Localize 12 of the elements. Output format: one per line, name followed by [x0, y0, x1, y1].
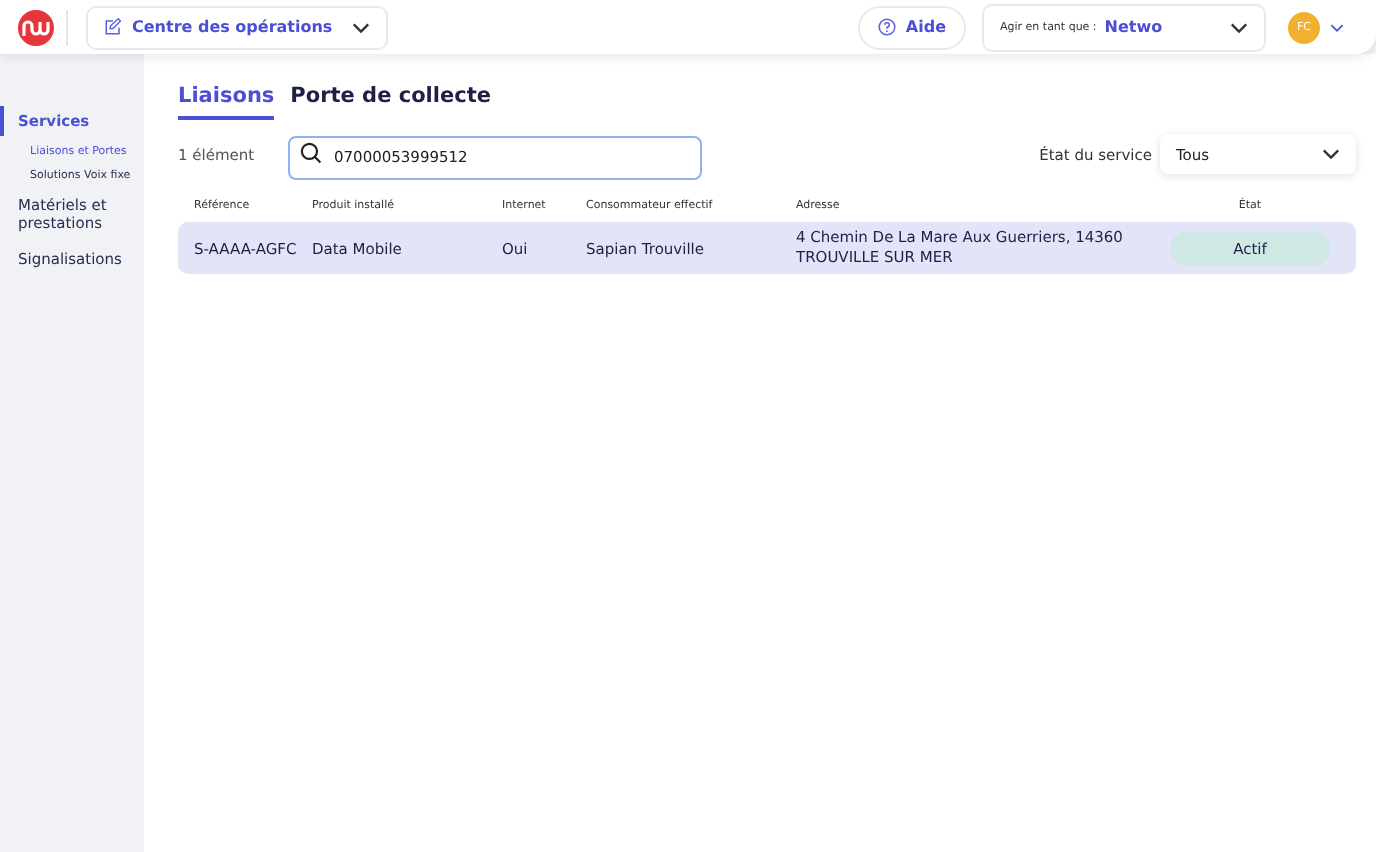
app-menu-dropdown[interactable]: Centre des opérations — [86, 5, 388, 49]
act-as-value: Netwo — [1104, 18, 1163, 36]
chevron-down-icon — [352, 21, 370, 33]
help-icon — [877, 18, 896, 36]
chevron-down-icon[interactable] — [1330, 21, 1344, 33]
logo-icon[interactable] — [18, 9, 54, 45]
tab[interactable]: Porte de collecte — [290, 84, 491, 120]
chevron-down-icon — [1322, 148, 1340, 160]
chevron-down-icon — [1230, 21, 1248, 33]
edit-icon — [104, 18, 122, 36]
tab[interactable]: Liaisons — [178, 84, 275, 120]
help-button[interactable]: Aide — [857, 5, 966, 49]
